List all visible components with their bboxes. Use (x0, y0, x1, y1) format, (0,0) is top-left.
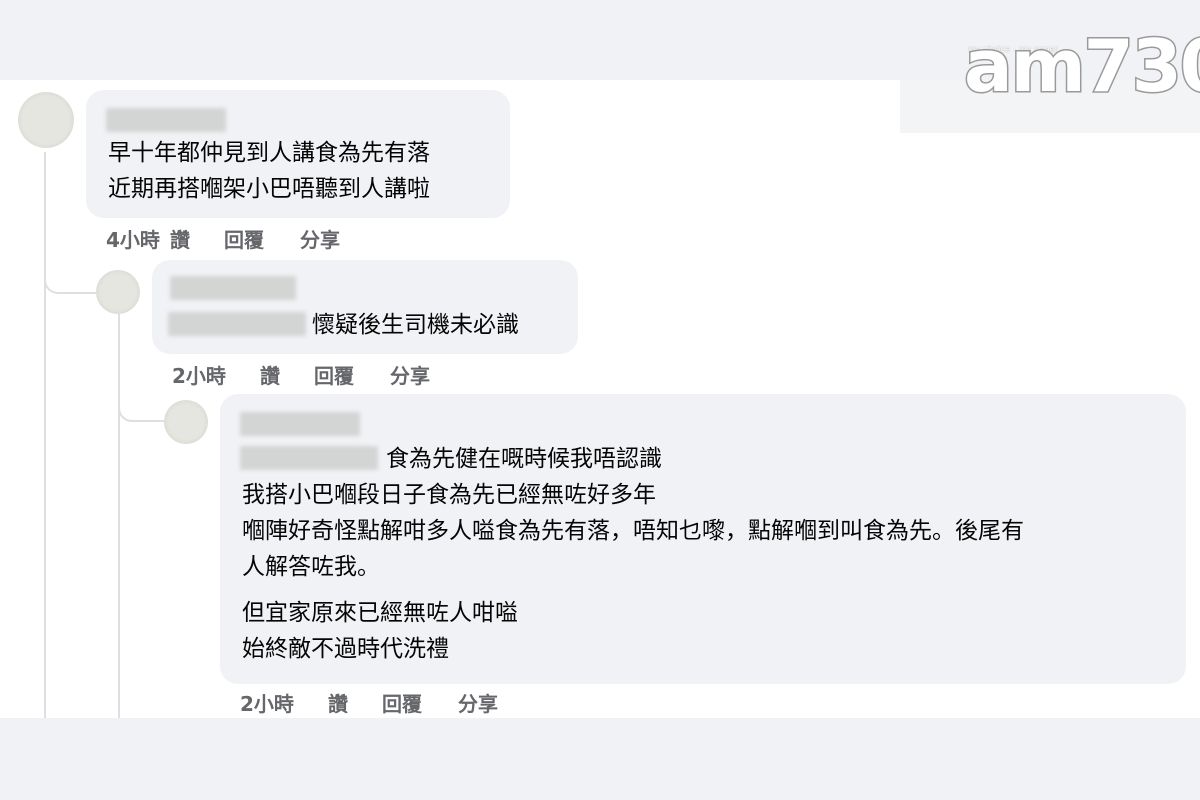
comment-text: 食為先健在嘅時候我唔認識 (386, 446, 662, 472)
timestamp[interactable]: 2小時 (240, 688, 328, 717)
comment-text: 早十年都仲見到人講食為先有落 (108, 140, 430, 166)
comment-text: 嗰陣好奇怪點解咁多人嗌食為先有落，唔知乜嚟，點解嗰到叫食為先。後尾有 (242, 518, 1024, 544)
comment-text: 我搭小巴嗰段日子食為先已經無咗好多年 (242, 482, 656, 508)
timestamp[interactable]: 2小時 (172, 360, 260, 389)
author-name-redacted[interactable] (240, 412, 360, 436)
comment-actions: 4小時 讚 回覆 分享 (106, 224, 340, 253)
share-button[interactable]: 分享 (390, 360, 430, 389)
like-button[interactable]: 讚 (260, 360, 314, 389)
author-name-redacted[interactable] (170, 276, 296, 300)
avatar[interactable] (164, 400, 208, 444)
comment-actions: 2小時 讚 回覆 分享 (172, 360, 430, 389)
thread-connector (44, 270, 96, 294)
comment-text: 但宜家原來已經無咗人咁嗌 (242, 600, 518, 626)
am730-logo: my choice · my paper am730 (900, 0, 1200, 133)
share-button[interactable]: 分享 (300, 224, 340, 253)
comment-bubble: 食為先健在嘅時候我唔認識 我搭小巴嗰段日子食為先已經無咗好多年 嗰陣好奇怪點解咁… (220, 394, 1186, 684)
comment-thread: 早十年都仲見到人講食為先有落 近期再搭嗰架小巴唔聽到人講啦 4小時 讚 回覆 分… (0, 80, 1200, 718)
mention-redacted[interactable] (168, 312, 306, 336)
comment-text: 人解答咗我。 (242, 554, 380, 580)
comment-text: 始終敵不過時代洗禮 (242, 636, 449, 662)
reply-button[interactable]: 回覆 (224, 224, 300, 253)
comment-text: 近期再搭嗰架小巴唔聽到人講啦 (108, 176, 430, 202)
comment-text: 懷疑後生司機未必識 (312, 312, 519, 338)
reply-button[interactable]: 回覆 (314, 360, 390, 389)
avatar[interactable] (96, 270, 140, 314)
reply-button[interactable]: 回覆 (382, 688, 458, 717)
comment-actions: 2小時 讚 回覆 分享 (240, 688, 498, 717)
comment-bubble: 早十年都仲見到人講食為先有落 近期再搭嗰架小巴唔聽到人講啦 (86, 90, 510, 218)
comment-bubble: 懷疑後生司機未必識 (152, 260, 578, 354)
thread-line (44, 152, 46, 718)
timestamp[interactable]: 4小時 (106, 224, 170, 253)
like-button[interactable]: 讚 (328, 688, 382, 717)
author-name-redacted[interactable] (106, 108, 226, 132)
mention-redacted[interactable] (240, 446, 378, 470)
thread-line (118, 314, 120, 718)
avatar[interactable] (18, 92, 74, 148)
like-button[interactable]: 讚 (170, 224, 224, 253)
thread-connector (118, 400, 164, 422)
share-button[interactable]: 分享 (458, 688, 498, 717)
logo-wordmark: am730 (963, 24, 1200, 108)
